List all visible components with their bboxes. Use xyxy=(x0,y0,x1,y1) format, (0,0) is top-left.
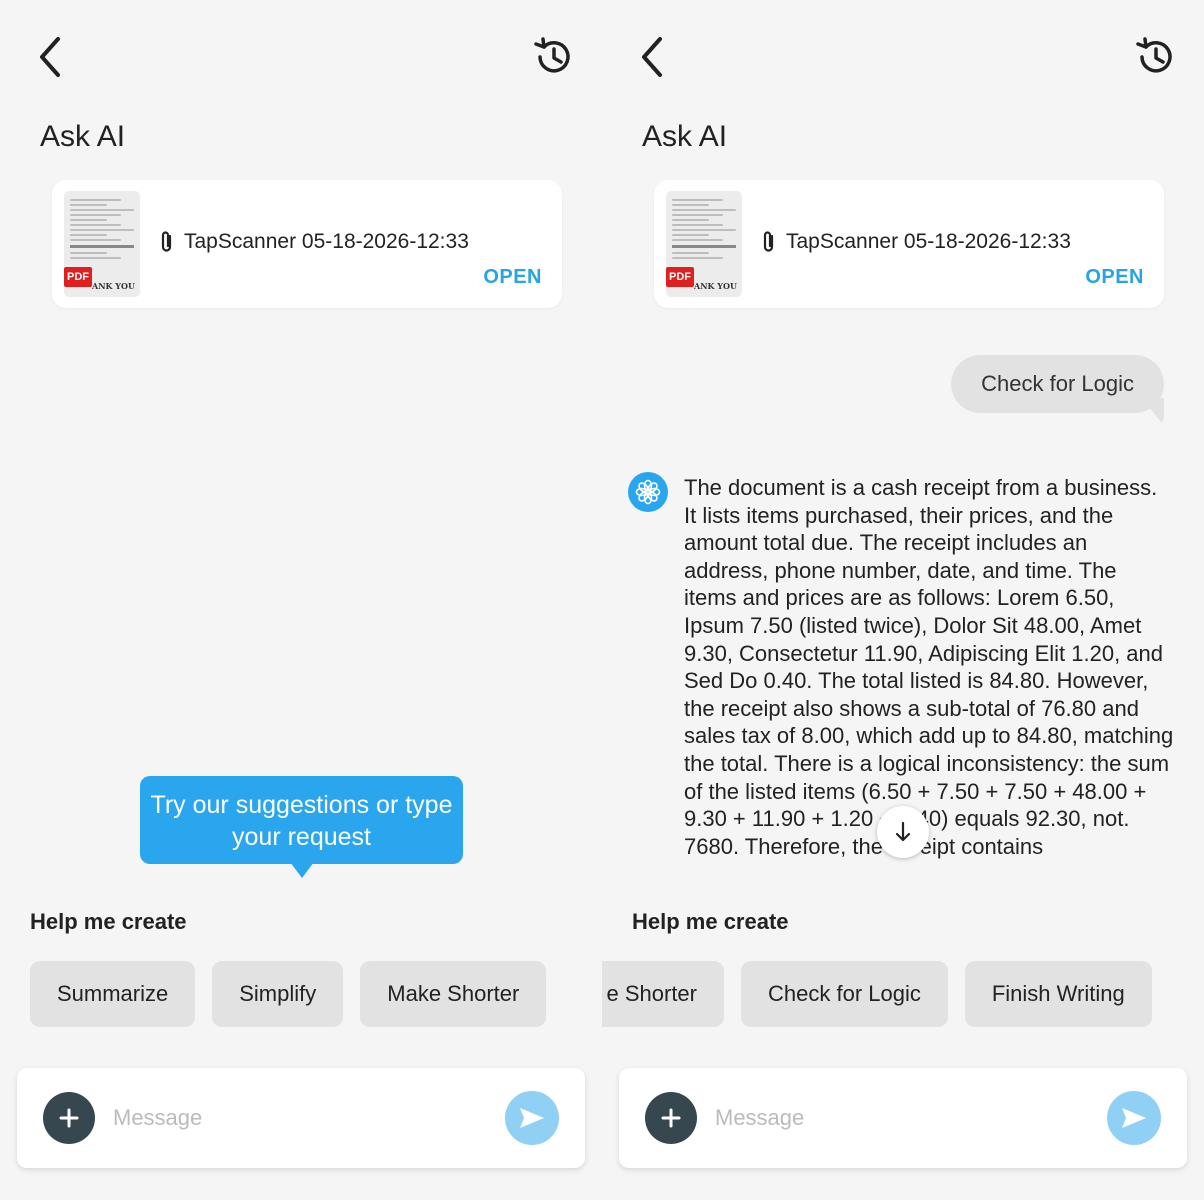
user-bubble-tail xyxy=(1142,398,1164,426)
chevron-left-icon xyxy=(642,37,662,77)
suggestions-tooltip: Try our suggestions or type your request xyxy=(140,776,463,864)
message-input[interactable] xyxy=(715,1098,1085,1138)
pdf-badge: PDF xyxy=(666,267,694,287)
suggestion-chips: e Shorter Check for Logic Finish Writing xyxy=(602,961,1152,1027)
attachment-card[interactable]: PDF ANK YOU TapScanner 05-18-2026-12:33 … xyxy=(52,180,562,308)
scroll-to-bottom-button[interactable] xyxy=(877,806,929,858)
chip-make-shorter[interactable]: e Shorter xyxy=(602,961,724,1027)
ai-logo-icon xyxy=(635,479,661,505)
thumbnail-footer-text: ANK YOU xyxy=(694,281,737,291)
plus-icon xyxy=(59,1108,79,1128)
document-thumbnail[interactable]: PDF ANK YOU xyxy=(666,191,742,297)
chip-check-for-logic[interactable]: Check for Logic xyxy=(741,961,948,1027)
add-button[interactable] xyxy=(645,1092,697,1144)
document-thumbnail[interactable]: PDF ANK YOU xyxy=(64,191,140,297)
history-button[interactable] xyxy=(528,32,578,82)
chip-finish-writing[interactable]: Finish Writing xyxy=(964,961,1152,1027)
send-button[interactable] xyxy=(1107,1091,1161,1145)
tooltip-arrow xyxy=(290,862,314,878)
chip-make-shorter[interactable]: Make Shorter xyxy=(360,961,547,1027)
chip-simplify[interactable]: Simplify xyxy=(212,961,344,1027)
chip-summarize[interactable]: Summarize xyxy=(30,961,196,1027)
ai-avatar xyxy=(628,472,668,512)
help-me-create-label: Help me create xyxy=(30,909,187,934)
attachment-card[interactable]: PDF ANK YOU TapScanner 05-18-2026-12:33 … xyxy=(654,180,1164,308)
plus-icon xyxy=(661,1108,681,1128)
page-title: Ask AI xyxy=(642,120,728,153)
pdf-badge: PDF xyxy=(64,267,92,287)
attachment-name: TapScanner 05-18-2026-12:33 xyxy=(786,230,1071,253)
add-button[interactable] xyxy=(43,1092,95,1144)
open-attachment-button[interactable]: OPEN xyxy=(1085,266,1144,289)
suggestion-chips: Summarize Simplify Make Shorter xyxy=(30,961,547,1027)
ai-response-text: The document is a cash receipt from a bu… xyxy=(684,475,1174,859)
user-message-bubble: Check for Logic xyxy=(951,355,1164,413)
chevron-left-icon xyxy=(40,37,60,77)
message-composer xyxy=(619,1068,1187,1168)
chip-label: e Shorter xyxy=(606,981,698,1006)
paperclip-icon xyxy=(763,231,774,252)
history-icon xyxy=(1136,37,1172,73)
message-composer xyxy=(17,1068,585,1168)
paperclip-icon xyxy=(161,231,172,252)
back-button[interactable] xyxy=(30,32,70,82)
attachment-name: TapScanner 05-18-2026-12:33 xyxy=(184,230,469,253)
send-button[interactable] xyxy=(505,1091,559,1145)
page-title: Ask AI xyxy=(40,120,126,153)
send-icon xyxy=(520,1108,544,1128)
history-button[interactable] xyxy=(1130,32,1180,82)
arrow-down-icon xyxy=(895,821,911,842)
thumbnail-footer-text: ANK YOU xyxy=(92,281,135,291)
help-me-create-label: Help me create xyxy=(632,909,789,934)
ask-ai-screen-response: Ask AI PDF ANK YOU TapScanner 05-18-2026… xyxy=(602,0,1204,1200)
history-icon xyxy=(534,37,570,73)
send-icon xyxy=(1122,1108,1146,1128)
open-attachment-button[interactable]: OPEN xyxy=(483,266,542,289)
back-button[interactable] xyxy=(632,32,672,82)
ask-ai-screen-initial: Ask AI PDF ANK YOU TapScanner 05-18-2026… xyxy=(0,0,602,1200)
message-input[interactable] xyxy=(113,1098,483,1138)
